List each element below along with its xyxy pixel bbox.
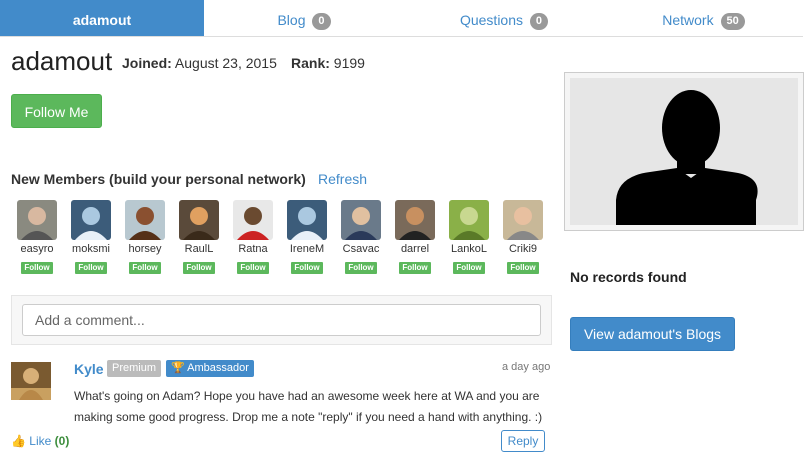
member-card: Csavac Follow xyxy=(334,200,388,275)
profile-photo xyxy=(564,72,804,231)
member-card: horsey Follow xyxy=(118,200,172,275)
member-name[interactable]: moksmi xyxy=(64,242,118,256)
member-avatar[interactable] xyxy=(71,200,111,240)
new-members-title: New Members (build your personal network… xyxy=(11,171,306,187)
member-avatar[interactable] xyxy=(341,200,381,240)
avatar[interactable] xyxy=(11,362,51,400)
like-label: Like xyxy=(29,434,52,448)
member-name[interactable]: horsey xyxy=(118,242,172,256)
member-card: IreneM Follow xyxy=(280,200,334,275)
member-name[interactable]: Criki9 xyxy=(496,242,550,256)
member-avatar[interactable] xyxy=(503,200,543,240)
member-avatar[interactable] xyxy=(233,200,273,240)
member-name[interactable]: RaulL xyxy=(172,242,226,256)
tab-profile[interactable]: adamout xyxy=(0,0,204,36)
member-card: Ratna Follow xyxy=(226,200,280,275)
comment-author[interactable]: Kyle xyxy=(74,361,104,377)
tab-blog[interactable]: Blog 0 xyxy=(204,0,404,36)
tab-questions-count: 0 xyxy=(529,13,549,30)
refresh-link[interactable]: Refresh xyxy=(318,171,367,187)
comment-box xyxy=(11,295,552,345)
member-avatar[interactable] xyxy=(287,200,327,240)
member-name[interactable]: LankoL xyxy=(442,242,496,256)
member-follow-button[interactable]: Follow xyxy=(345,262,377,274)
member-card: Criki9 Follow xyxy=(496,200,550,275)
no-records-text: No records found xyxy=(570,269,687,285)
member-name[interactable]: Csavac xyxy=(334,242,388,256)
profile-photo-placeholder xyxy=(570,78,798,225)
rank-info: Rank: 9199 xyxy=(291,55,365,71)
member-card: LankoL Follow xyxy=(442,200,496,275)
member-follow-button[interactable]: Follow xyxy=(75,262,107,274)
reply-button[interactable]: Reply xyxy=(501,430,545,452)
member-card: RaulL Follow xyxy=(172,200,226,275)
joined-label: Joined: xyxy=(122,55,172,71)
member-avatar[interactable] xyxy=(449,200,489,240)
member-follow-button[interactable]: Follow xyxy=(507,262,539,274)
member-avatar[interactable] xyxy=(17,200,57,240)
comment-time: a day ago xyxy=(502,361,551,373)
trophy-icon: 🏆 xyxy=(171,362,185,374)
view-blogs-button[interactable]: View adamout's Blogs xyxy=(570,317,735,351)
tab-questions[interactable]: Questions 0 xyxy=(404,0,604,36)
tab-profile-label: adamout xyxy=(72,12,132,28)
ambassador-label: Ambassador xyxy=(187,362,249,374)
member-avatar[interactable] xyxy=(125,200,165,240)
ambassador-badge: 🏆 Ambassador xyxy=(166,360,254,377)
member-avatar[interactable] xyxy=(395,200,435,240)
thumbs-up-icon: 👍 xyxy=(11,434,26,448)
silhouette-icon xyxy=(616,90,758,225)
member-avatar[interactable] xyxy=(179,200,219,240)
member-follow-button[interactable]: Follow xyxy=(237,262,269,274)
profile-tabs: adamout Blog 0 Questions 0 Network 50 xyxy=(0,0,803,37)
member-follow-button[interactable]: Follow xyxy=(453,262,485,274)
tab-network-count: 50 xyxy=(720,13,745,30)
tab-network[interactable]: Network 50 xyxy=(604,0,803,36)
comment-text: What's going on Adam? Hope you have had … xyxy=(74,389,543,424)
rank-label: Rank: xyxy=(291,55,330,71)
tab-questions-label: Questions xyxy=(459,12,524,28)
tab-blog-count: 0 xyxy=(312,13,331,30)
member-follow-button[interactable]: Follow xyxy=(129,262,161,274)
tab-blog-label: Blog xyxy=(277,12,306,28)
joined-info: Joined: August 23, 2015 xyxy=(122,55,277,71)
member-name[interactable]: IreneM xyxy=(280,242,334,256)
member-follow-button[interactable]: Follow xyxy=(399,262,431,274)
joined-date: August 23, 2015 xyxy=(174,55,277,71)
profile-username: adamout xyxy=(11,46,113,76)
member-follow-button[interactable]: Follow xyxy=(21,262,53,274)
tab-network-label: Network xyxy=(662,12,714,28)
like-button[interactable]: 👍 Like (0) xyxy=(11,434,69,448)
premium-badge: Premium xyxy=(107,360,162,377)
add-comment-input[interactable] xyxy=(22,304,541,336)
member-card: easyro Follow xyxy=(10,200,64,275)
member-follow-button[interactable]: Follow xyxy=(183,262,215,274)
follow-me-button[interactable]: Follow Me xyxy=(11,94,102,128)
rank-value: 9199 xyxy=(333,55,365,71)
like-count: (0) xyxy=(54,434,70,448)
member-name[interactable]: darrel xyxy=(388,242,442,256)
member-follow-button[interactable]: Follow xyxy=(291,262,323,274)
member-card: darrel Follow xyxy=(388,200,442,275)
member-name[interactable]: Ratna xyxy=(226,242,280,256)
member-name[interactable]: easyro xyxy=(10,242,64,256)
member-card: moksmi Follow xyxy=(64,200,118,275)
